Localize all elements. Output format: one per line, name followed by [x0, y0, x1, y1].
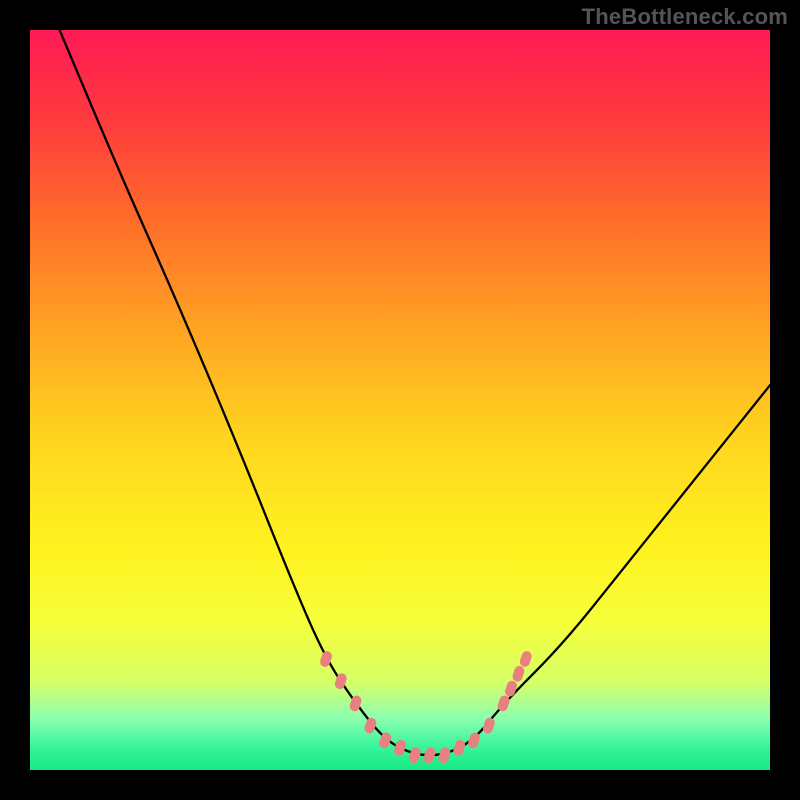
chart-container: TheBottleneck.com	[0, 0, 800, 800]
marker-dot	[504, 679, 518, 697]
curve-layer	[30, 30, 770, 770]
plot-area	[30, 30, 770, 770]
highlight-markers	[319, 650, 533, 765]
marker-dot	[408, 746, 422, 764]
marker-dot	[519, 650, 533, 668]
marker-dot	[437, 746, 451, 764]
marker-dot	[363, 716, 377, 734]
marker-dot	[511, 665, 525, 683]
bottleneck-curve	[60, 30, 770, 755]
watermark-text: TheBottleneck.com	[582, 4, 788, 30]
marker-dot	[482, 716, 496, 734]
marker-dot	[393, 739, 407, 757]
marker-dot	[422, 746, 436, 764]
marker-dot	[452, 739, 466, 757]
